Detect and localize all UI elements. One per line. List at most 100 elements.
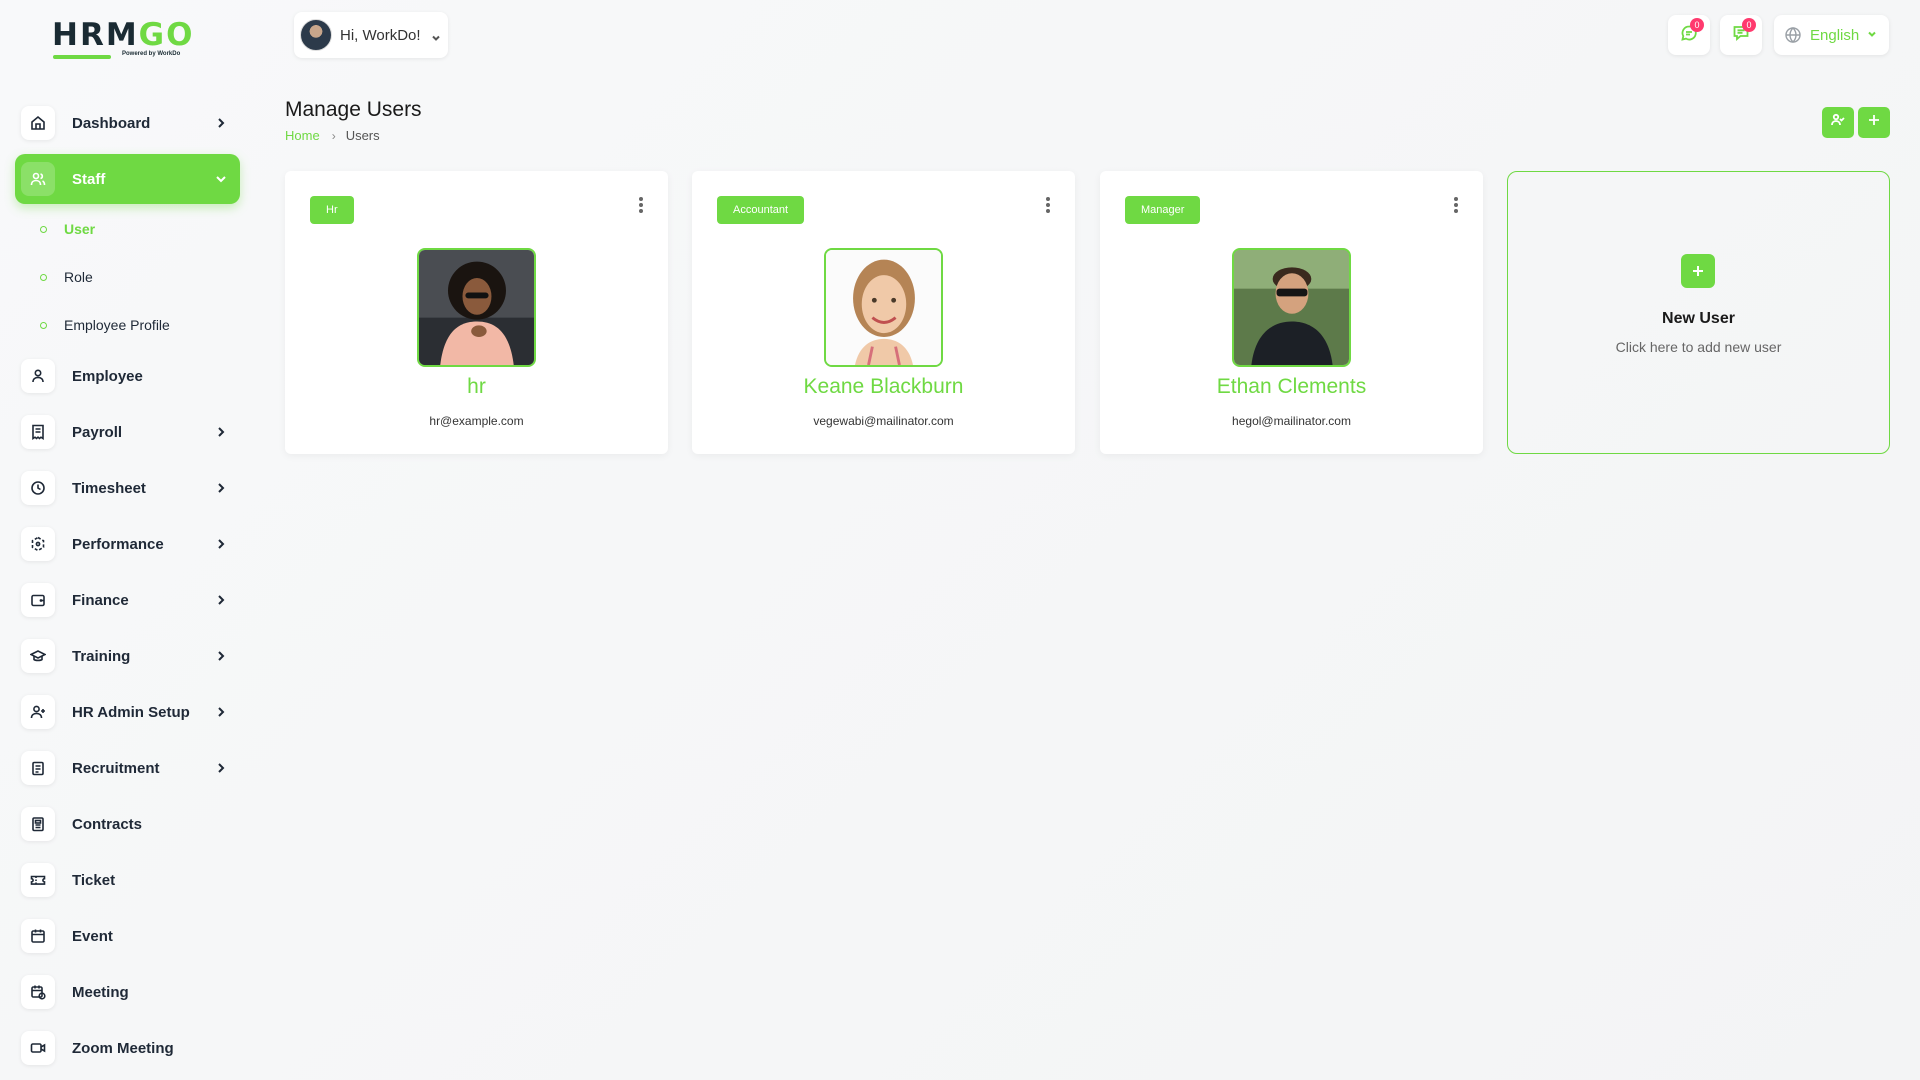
user-log-button[interactable] <box>1822 107 1854 138</box>
language-selector[interactable]: English <box>1774 15 1889 55</box>
sidebar-item-training[interactable]: Training <box>15 631 240 681</box>
user-card-ethan-clements: Manager Ethan Clements hegol@mailinator.… <box>1100 171 1483 454</box>
role-badge: Accountant <box>717 196 805 224</box>
sidebar-item-label: Employee <box>72 367 143 385</box>
sidebar-item-event[interactable]: Event <box>15 911 240 961</box>
sidebar-item-label: Payroll <box>72 423 123 441</box>
sidebar-item-zoom-meeting[interactable]: Zoom Meeting <box>15 1023 240 1073</box>
chat-button[interactable]: 0 <box>1720 15 1762 55</box>
calendar-clock-icon <box>21 975 55 1009</box>
sidebar-subitem-role[interactable]: Role <box>40 262 93 292</box>
new-user-subtitle: Click here to add new user <box>1615 339 1782 355</box>
sidebar-item-dashboard[interactable]: Dashboard <box>15 98 240 148</box>
sidebar-subitem-user[interactable]: User <box>40 214 95 244</box>
clock-icon <box>21 471 55 505</box>
sidebar-item-ticket[interactable]: Ticket <box>15 855 240 905</box>
sidebar-item-timesheet[interactable]: Timesheet <box>15 463 240 513</box>
language-label: English <box>1810 26 1860 44</box>
logo-underline <box>53 55 111 59</box>
plus-icon <box>1681 254 1715 288</box>
hexagon-icon <box>21 527 55 561</box>
sidebar-item-contracts[interactable]: Contracts <box>15 799 240 849</box>
breadcrumb-current: Users <box>345 128 380 143</box>
chevron-right-icon: › <box>331 128 336 143</box>
user-check-icon <box>1831 113 1845 132</box>
messages-button[interactable]: 0 <box>1668 15 1710 55</box>
graduation-cap-icon <box>21 639 55 673</box>
chevron-right-icon <box>214 481 228 495</box>
chevron-right-icon <box>214 537 228 551</box>
user-greeting: Hi, WorkDo! <box>340 26 421 44</box>
sidebar-item-label: Recruitment <box>72 759 160 777</box>
sidebar-subitem-employee-profile[interactable]: Employee Profile <box>40 310 170 340</box>
sidebar-item-label: Contracts <box>72 815 143 833</box>
sidebar-item-label: Performance <box>72 535 164 553</box>
chevron-right-icon <box>214 116 228 130</box>
role-badge: Manager <box>1125 196 1201 224</box>
sidebar-item-performance[interactable]: Performance <box>15 519 240 569</box>
sidebar-item-label: Dashboard <box>72 114 151 132</box>
logo-powered-by: Powered by WorkDo <box>122 51 181 57</box>
bullet-icon <box>40 273 47 281</box>
home-icon <box>21 106 55 140</box>
sidebar-item-label: Staff <box>72 170 106 188</box>
sidebar-item-finance[interactable]: Finance <box>15 575 240 625</box>
sidebar-item-label: Event <box>72 927 113 945</box>
user-email: vegewabi@mailinator.com <box>813 414 954 428</box>
document-icon <box>21 807 55 841</box>
sidebar-item-label: Timesheet <box>72 479 146 497</box>
user-name: Ethan Clements <box>1216 375 1367 398</box>
user-icon <box>21 359 55 393</box>
add-user-button[interactable] <box>1858 107 1890 138</box>
chevron-right-icon <box>214 705 228 719</box>
more-vertical-icon[interactable] <box>638 196 644 214</box>
chevron-right-icon <box>214 761 228 775</box>
breadcrumb: Home › Users <box>285 128 380 143</box>
sidebar-item-label: Zoom Meeting <box>72 1039 174 1057</box>
bullet-icon <box>40 225 47 233</box>
logo-text: HRM <box>52 17 139 53</box>
receipt-icon <box>21 415 55 449</box>
sidebar-item-label: Meeting <box>72 983 129 1001</box>
chevron-right-icon <box>214 649 228 663</box>
new-user-title: New User <box>1662 310 1735 327</box>
user-photo <box>1232 248 1351 367</box>
sidebar-subitem-label: Role <box>64 269 93 285</box>
sidebar-item-hr-admin-setup[interactable]: HR Admin Setup <box>15 687 240 737</box>
sidebar-item-payroll[interactable]: Payroll <box>15 407 240 457</box>
user-photo <box>824 248 943 367</box>
breadcrumb-home-link[interactable]: Home <box>285 128 320 143</box>
sidebar-item-label: Training <box>72 647 131 665</box>
user-name: Keane Blackburn <box>803 375 964 398</box>
sidebar-item-staff[interactable]: Staff <box>15 154 240 204</box>
bullet-icon <box>40 321 47 329</box>
plus-icon <box>1867 113 1881 132</box>
chevron-right-icon <box>214 425 228 439</box>
chevron-down-icon <box>1867 26 1877 44</box>
users-icon <box>21 162 55 196</box>
sidebar-item-label: Ticket <box>72 871 116 889</box>
chevron-down-icon <box>214 172 228 186</box>
user-plus-icon <box>21 695 55 729</box>
role-badge: Hr <box>310 196 354 224</box>
page-title: Manage Users <box>285 98 422 121</box>
sidebar-subitem-label: User <box>64 221 96 237</box>
chevron-right-icon <box>214 593 228 607</box>
more-vertical-icon[interactable] <box>1045 196 1051 214</box>
chevron-down-icon <box>431 30 441 41</box>
more-vertical-icon[interactable] <box>1453 196 1459 214</box>
user-name: hr <box>467 375 486 398</box>
sidebar-item-recruitment[interactable]: Recruitment <box>15 743 240 793</box>
sidebar-item-label: Finance <box>72 591 129 609</box>
ticket-icon <box>21 863 55 897</box>
notification-badge: 0 <box>1742 18 1756 32</box>
app-logo[interactable]: HRMGO Powered by WorkDo <box>52 18 202 62</box>
new-user-card[interactable]: New User Click here to add new user <box>1507 171 1890 454</box>
user-menu-button[interactable]: Hi, WorkDo! <box>294 12 448 58</box>
video-camera-icon <box>21 1031 55 1065</box>
calendar-icon <box>21 919 55 953</box>
sidebar-item-employee[interactable]: Employee <box>15 351 240 401</box>
sidebar: HRMGO Powered by WorkDo Dashboard Staff … <box>0 0 255 1080</box>
user-card-hr: Hr hr hr@example.com <box>285 171 668 454</box>
sidebar-item-meeting[interactable]: Meeting <box>15 967 240 1017</box>
